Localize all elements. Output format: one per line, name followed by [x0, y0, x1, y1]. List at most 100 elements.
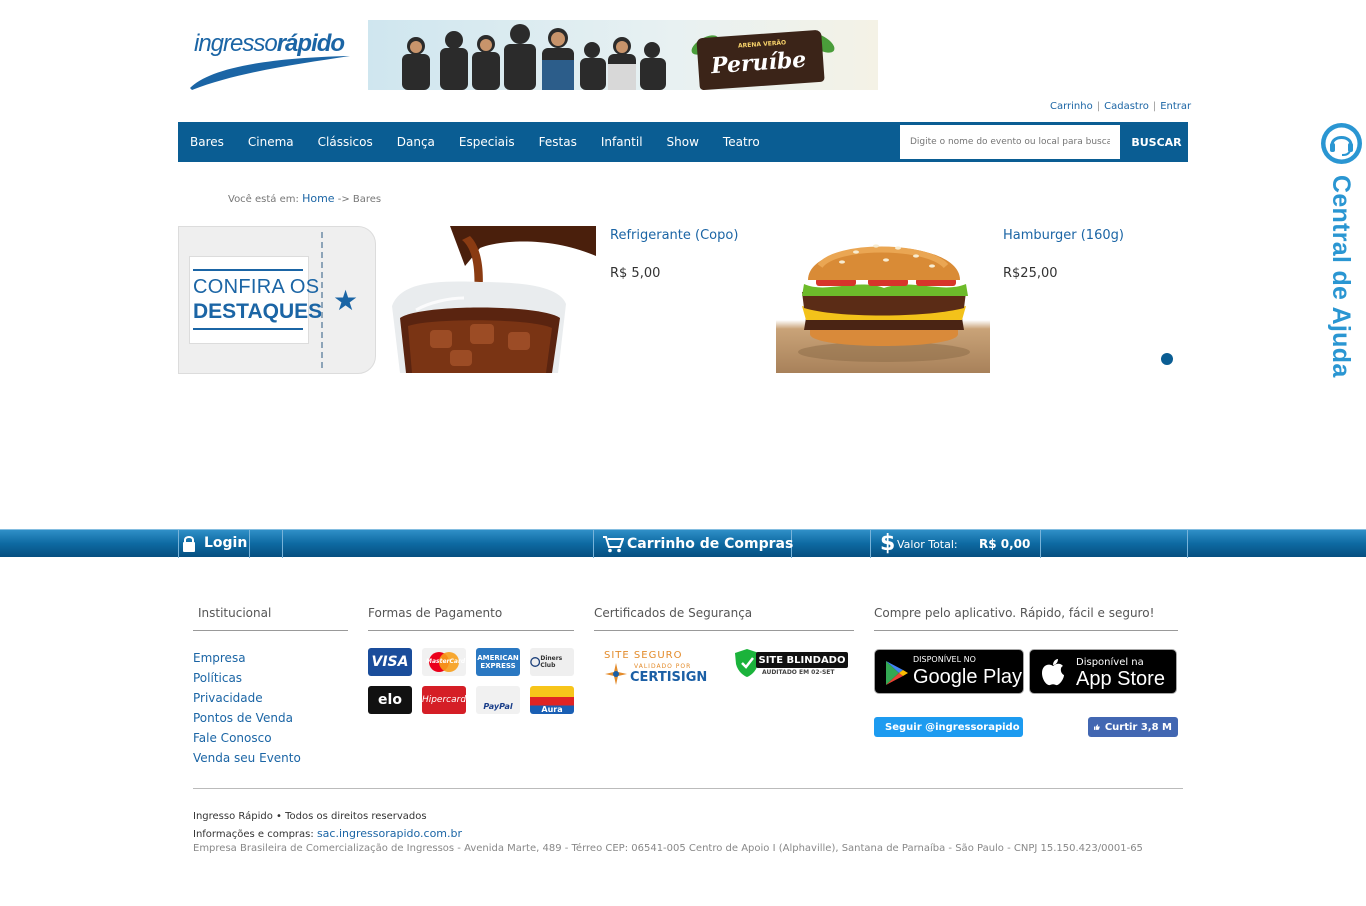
- login-link[interactable]: Entrar: [1160, 101, 1191, 112]
- product-image-hamburger[interactable]: [776, 226, 990, 373]
- divider: [870, 530, 871, 558]
- cart-link[interactable]: Carrinho: [1050, 101, 1093, 112]
- footer-link-pontos-de-venda[interactable]: Pontos de Venda: [193, 711, 293, 725]
- lock-icon: [183, 536, 195, 552]
- breadcrumb-home-link[interactable]: Home: [302, 192, 334, 205]
- nav-item-cinema[interactable]: Cinema: [236, 135, 306, 149]
- twitter-follow-text: Seguir @ingressorapido: [885, 721, 1020, 733]
- visa-logo: VISA: [368, 648, 412, 676]
- site-logo[interactable]: ingressorápido: [188, 26, 353, 90]
- nav-item-classicos[interactable]: Clássicos: [306, 135, 385, 149]
- facebook-like-button[interactable]: Curtir 3,8 M: [1088, 717, 1178, 737]
- hipercard-logo: Hipercard: [422, 686, 466, 714]
- dollar-icon: $: [880, 531, 896, 556]
- login-button[interactable]: Login: [204, 535, 247, 551]
- highlights-ticket[interactable]: CONFIRA OS DESTAQUES ★: [178, 226, 378, 375]
- star-icon: ★: [333, 284, 359, 317]
- total-value: R$ 0,00: [979, 537, 1031, 551]
- thumbs-up-icon: [1094, 724, 1100, 730]
- diners-logo: Diners Club: [530, 648, 574, 676]
- shopping-cart-icon: [603, 536, 624, 553]
- nav-item-teatro[interactable]: Teatro: [711, 135, 772, 149]
- footer-link-venda-seu-evento[interactable]: Venda seu Evento: [193, 751, 301, 765]
- app-store-badge[interactable]: Disponível na App Store: [1029, 649, 1177, 694]
- breadcrumb-current: -> Bares: [337, 194, 382, 205]
- nav-item-infantil[interactable]: Infantil: [589, 135, 655, 149]
- footer-security-title: Certificados de Segurança: [594, 606, 753, 620]
- nav-item-festas[interactable]: Festas: [527, 135, 589, 149]
- footer-app-title: Compre pelo aplicativo. Rápido, fácil e …: [874, 606, 1155, 620]
- app-store-big-text: App Store: [1076, 668, 1165, 690]
- sac-link[interactable]: sac.ingressorapido.com.br: [317, 827, 462, 840]
- ticket-rule: [193, 269, 303, 271]
- promo-banner[interactable]: ARENA VERÃO Peruíbe: [368, 20, 878, 90]
- product-image-refrigerante[interactable]: [390, 226, 596, 373]
- footer-link-privacidade[interactable]: Privacidade: [193, 691, 263, 705]
- carousel-dot[interactable]: [1161, 353, 1173, 365]
- help-center-tab[interactable]: Central de Ajuda: [1326, 175, 1355, 378]
- nav-item-especiais[interactable]: Especiais: [447, 135, 527, 149]
- app-store-small-text: Disponível na: [1076, 657, 1144, 668]
- cert-site-line3: CERTISIGN: [630, 670, 708, 685]
- facebook-like-text: Curtir 3,8 M: [1104, 721, 1172, 733]
- product-name-hamburger[interactable]: Hamburger (160g): [1003, 228, 1124, 243]
- divider: [594, 630, 854, 631]
- copyright-text: Ingresso Rápido • Todos os direitos rese…: [193, 811, 427, 822]
- breadcrumb-prefix: Você está em:: [228, 194, 299, 205]
- mastercard-text: MasterCard: [426, 658, 466, 665]
- total-label: Valor Total:: [897, 538, 958, 551]
- ticket-rule: [193, 328, 303, 330]
- divider: [1040, 530, 1041, 558]
- divider: [178, 530, 179, 558]
- aura-logo: Aura: [530, 686, 574, 714]
- contact-info-prefix: Informações e compras:: [193, 829, 314, 840]
- ticket-perforation: [321, 232, 327, 368]
- search-input[interactable]: [900, 125, 1120, 159]
- nav-item-danca[interactable]: Dança: [385, 135, 447, 149]
- google-play-big-text: Google Play: [913, 666, 1022, 688]
- product-price-hamburger: R$25,00: [1003, 266, 1058, 281]
- apple-icon: [1042, 659, 1064, 686]
- headset-icon[interactable]: [1321, 123, 1362, 164]
- divider: [874, 630, 1178, 631]
- product-price-refrigerante: R$ 5,00: [610, 266, 661, 281]
- mastercard-logo: MasterCard: [422, 648, 466, 676]
- product-name-refrigerante[interactable]: Refrigerante (Copo): [610, 228, 738, 243]
- google-play-badge[interactable]: DISPONÍVEL NO Google Play: [874, 649, 1024, 694]
- search-button[interactable]: BUSCAR: [1125, 122, 1188, 162]
- certisign-seal[interactable]: SITE SEGURO VALIDADO POR CERTISIGN: [604, 650, 708, 692]
- footer-payments-title: Formas de Pagamento: [368, 606, 503, 620]
- divider: [282, 530, 283, 558]
- highlights-line2: DESTAQUES: [193, 300, 323, 323]
- banner-artists-image: [402, 24, 666, 90]
- divider: [193, 630, 348, 631]
- twitter-follow-button[interactable]: Seguir @ingressorapido: [874, 717, 1023, 737]
- footer-institucional-title: Institucional: [198, 606, 272, 620]
- footer-link-politicas[interactable]: Políticas: [193, 671, 242, 685]
- logo-swoosh: [190, 56, 350, 90]
- diners-circle: [530, 657, 541, 667]
- divider: [249, 530, 250, 558]
- site-blindado-seal[interactable]: SITE BLINDADO AUDITADO EM 02-SET: [734, 648, 848, 682]
- hamburger-image: [798, 244, 970, 362]
- cert-site-line2: VALIDADO POR: [634, 663, 692, 670]
- elo-logo: elo: [368, 686, 412, 714]
- divider: [193, 788, 1183, 789]
- google-play-small-text: DISPONÍVEL NO: [913, 655, 976, 664]
- user-links: Carrinho | Cadastro | Entrar: [1050, 101, 1191, 112]
- cart-button[interactable]: Carrinho de Compras: [627, 536, 793, 552]
- breadcrumb: Você está em: Home -> Bares: [228, 192, 381, 205]
- divider: |: [1152, 101, 1157, 112]
- google-play-icon: [886, 661, 908, 685]
- certisign-star-icon: [605, 663, 627, 685]
- nav-item-bares[interactable]: Bares: [178, 135, 236, 149]
- footer-link-fale-conosco[interactable]: Fale Conosco: [193, 731, 272, 745]
- nav-item-show[interactable]: Show: [655, 135, 711, 149]
- divider: |: [1096, 101, 1101, 112]
- category-menu: Bares Cinema Clássicos Dança Especiais F…: [178, 122, 772, 162]
- footer-link-empresa[interactable]: Empresa: [193, 651, 246, 665]
- register-link[interactable]: Cadastro: [1104, 101, 1149, 112]
- bottom-bar: Login Carrinho de Compras $ Valor Total:…: [0, 529, 1366, 558]
- cert-blind-line2: AUDITADO EM 02-SET: [762, 669, 835, 676]
- contact-info: Informações e compras: sac.ingressorapid…: [193, 827, 462, 840]
